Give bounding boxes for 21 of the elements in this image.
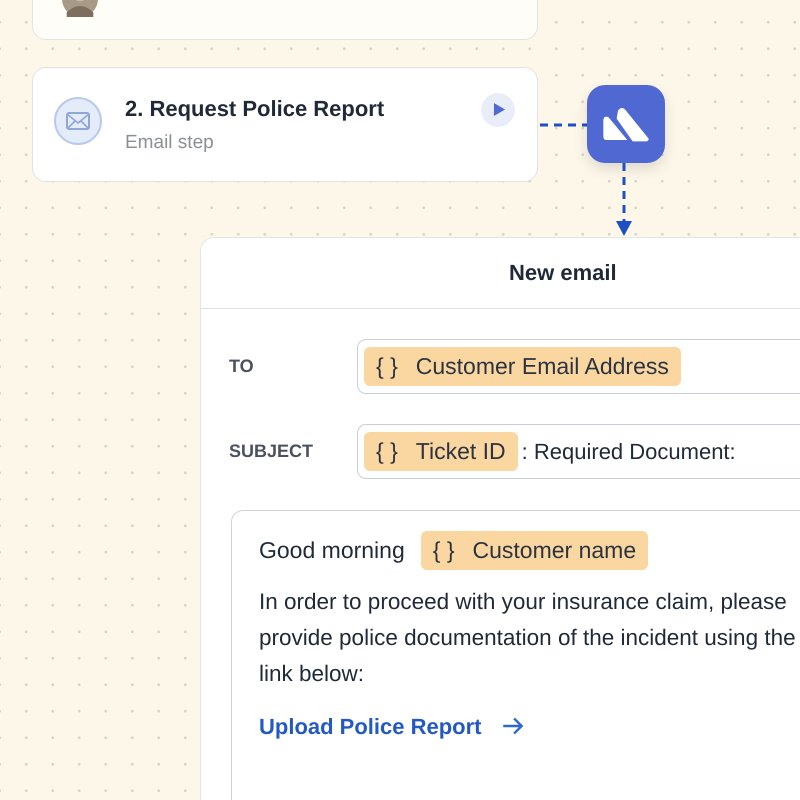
message-body-field[interactable]: Good morning { } Customer name In order to proceed with your insurance claim, please provide police documentation of the incident using the link below: Upload Police Report [231, 510, 800, 800]
connector-line [540, 122, 590, 128]
field-label: TO [229, 356, 255, 377]
panel-title: New email [509, 260, 617, 286]
variable-tag[interactable]: { } Customer name [420, 531, 648, 570]
input-field[interactable]: { } Ticket ID : Required Document: [357, 424, 800, 479]
input-field[interactable]: { } Customer Email Address [357, 339, 800, 394]
upload-link[interactable]: Upload Police Report [259, 714, 482, 740]
step-card[interactable]: 2. Request Police Report Email step [32, 67, 538, 182]
step-title: 2. Request Police Report [125, 96, 386, 122]
field-text: : Required Document: [522, 438, 736, 464]
variable-tag[interactable]: { } Ticket ID [364, 432, 518, 471]
variable-tag[interactable]: { } Customer Email Address [364, 347, 681, 386]
play-icon [493, 102, 506, 117]
step-subtitle: Email step [125, 132, 215, 154]
field-label: SUBJECT [229, 441, 314, 462]
message-paragraph: In order to proceed with your insurance claim, please provide police documentation of the incident using the link below: [259, 588, 797, 688]
greeting-text: Good morning [259, 537, 405, 564]
envelope-icon [53, 96, 103, 146]
app-logo[interactable] [587, 85, 665, 163]
play-button[interactable] [481, 92, 515, 126]
